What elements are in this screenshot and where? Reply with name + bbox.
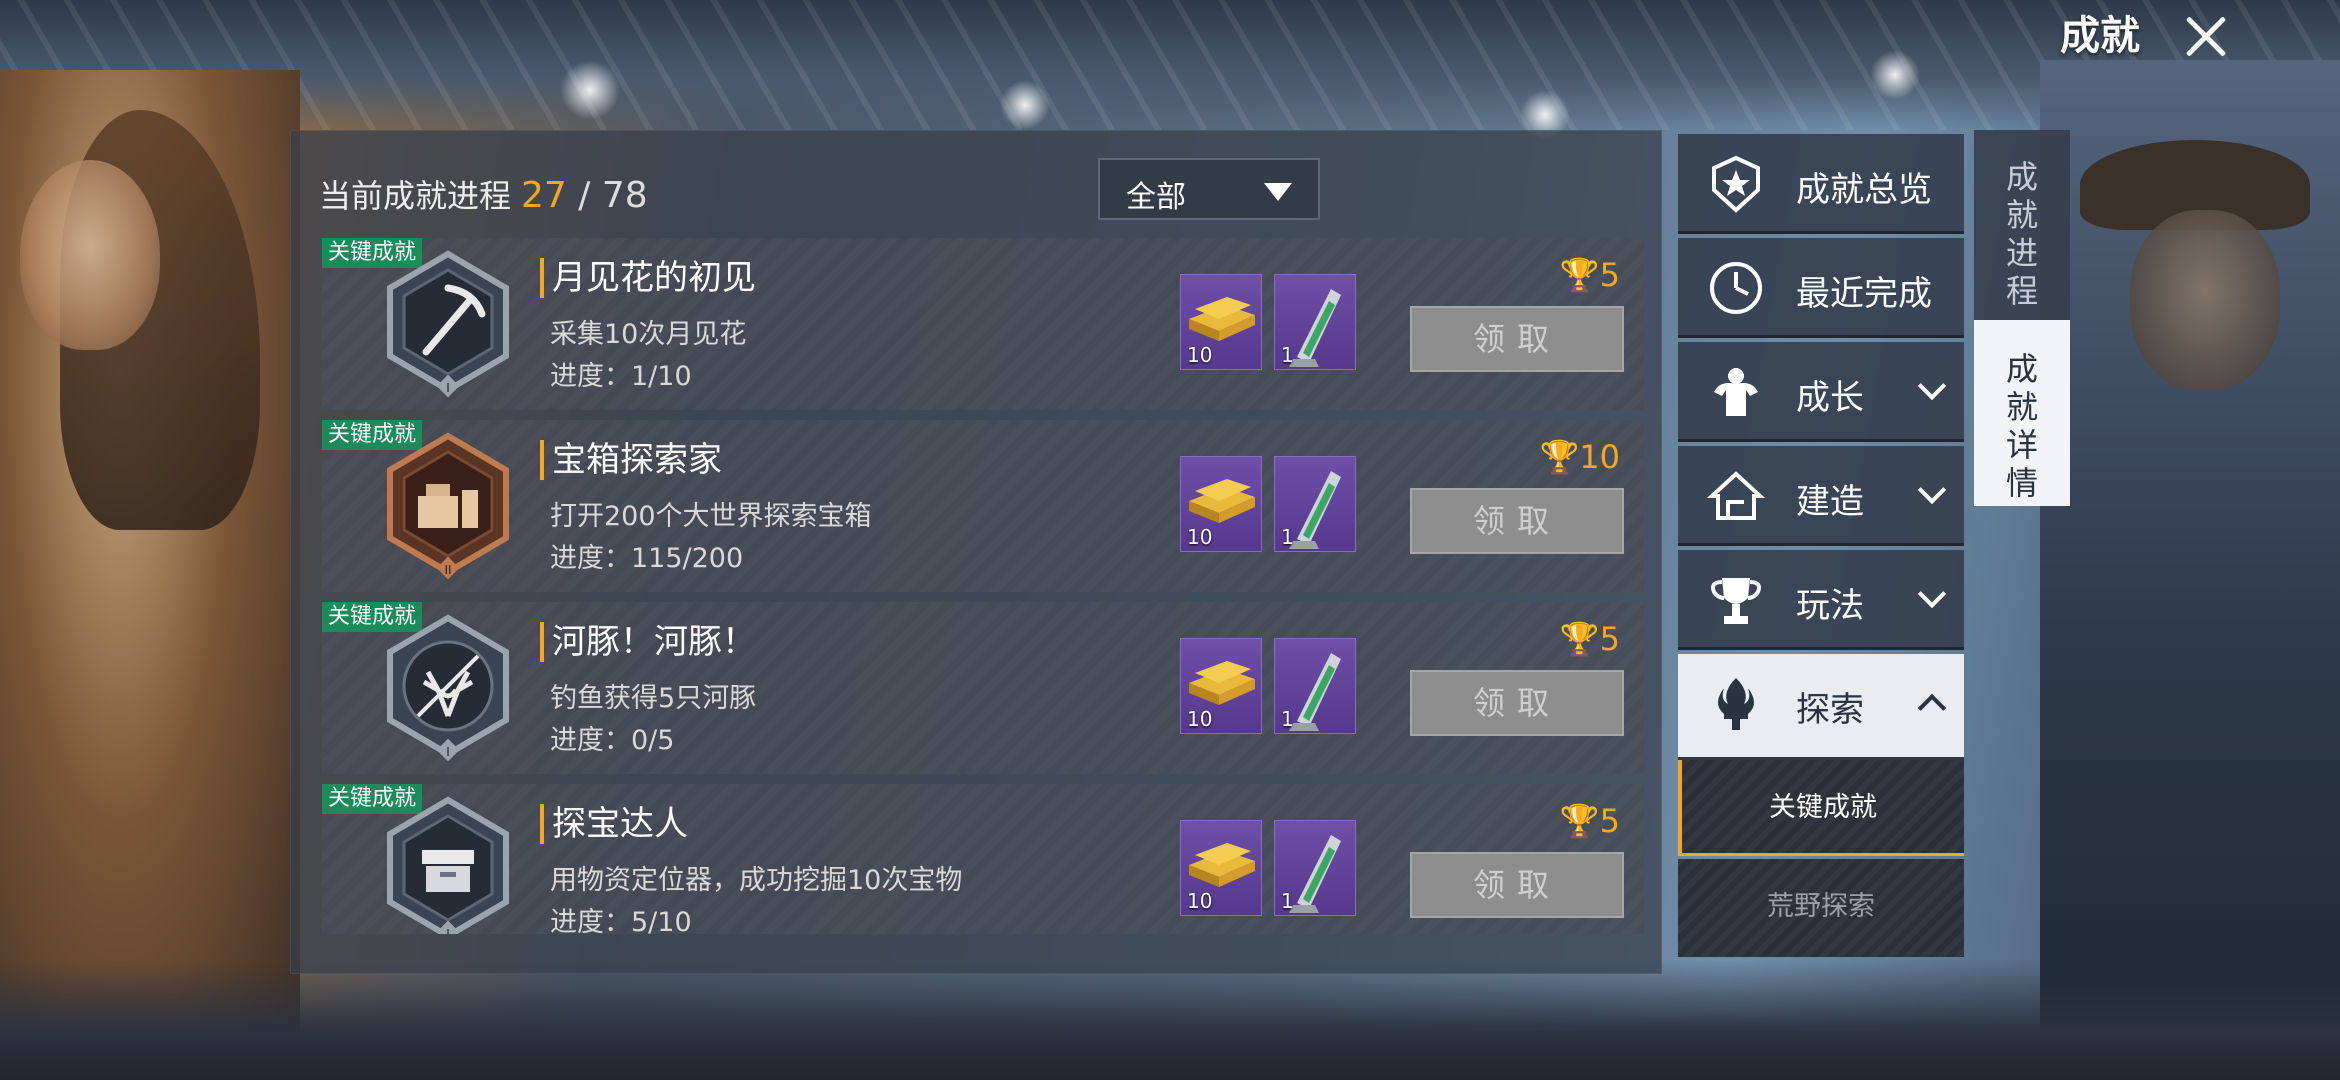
badge-tier: II: [444, 563, 451, 577]
reward-item-device[interactable]: 1: [1274, 820, 1356, 916]
reward-item-gold[interactable]: 10: [1180, 456, 1262, 552]
category-label: 成就总览: [1796, 170, 1932, 210]
tab-achievement-progress[interactable]: 成就进程: [1974, 130, 2070, 320]
achievement-title: 宝箱探索家: [540, 440, 722, 480]
reward-item-device[interactable]: 1: [1274, 456, 1356, 552]
badge-tier: I: [446, 927, 450, 934]
pickaxe-icon: I: [387, 250, 509, 398]
reward-count: 10: [1187, 707, 1213, 731]
background-character-right: [2040, 60, 2340, 1080]
clock-icon: [1710, 262, 1762, 314]
achievement-row: 关键成就 I 探宝达人 用物资定位器，成功挖掘10次宝物 进度：5/10 10 …: [322, 784, 1644, 934]
achievement-desc: 打开200个大世界探索宝箱: [550, 501, 872, 532]
tab-label: 成就详情: [2005, 350, 2038, 502]
chevron-down-icon: [1917, 371, 1947, 401]
achievement-title: 探宝达人: [540, 804, 688, 844]
category-build[interactable]: 建造: [1678, 446, 1964, 546]
subcategory-key-achievement[interactable]: 关键成就: [1678, 760, 1964, 856]
page-title: 成就: [2060, 13, 2140, 59]
trophy-icon: [1711, 578, 1761, 624]
claim-button[interactable]: 领取: [1410, 488, 1624, 554]
achievement-points: 🏆5: [1559, 620, 1620, 658]
achievement-progress: 进度：115/200: [550, 543, 744, 574]
reward-item-gold[interactable]: 10: [1180, 274, 1262, 370]
chevron-down-icon: [1917, 579, 1947, 609]
reward-item-gold[interactable]: 10: [1180, 820, 1262, 916]
tab-achievement-details[interactable]: 成就详情: [1974, 320, 2070, 506]
achievement-points: 🏆5: [1559, 256, 1620, 294]
achievement-points: 🏆10: [1539, 438, 1620, 476]
reward-count: 10: [1187, 889, 1213, 913]
reward-item-device[interactable]: 1: [1274, 638, 1356, 734]
achievement-row: 关键成就 I 月见花的初见 采集10次月见花 进度：1/10 10 1 🏆5 领…: [322, 238, 1644, 410]
progress-current: 27: [521, 175, 567, 216]
claim-button[interactable]: 领取: [1410, 306, 1624, 372]
filter-dropdown[interactable]: 全部: [1098, 158, 1320, 220]
progress-label: 当前成就进程: [319, 177, 512, 215]
trophy-icon: 🏆: [1559, 256, 1600, 294]
trophy-icon: 🏆: [1559, 620, 1600, 658]
chest-icon: II: [387, 432, 509, 580]
background-character-left: [0, 70, 300, 1080]
achievement-title: 河豚！河豚！: [540, 622, 756, 662]
box-icon: I: [387, 796, 509, 934]
trophy-icon: 🏆: [1559, 802, 1600, 840]
subcategory-wild-explore[interactable]: 荒野探索: [1678, 859, 1964, 957]
filter-selected: 全部: [1126, 180, 1186, 215]
reward-count: 10: [1187, 343, 1213, 367]
tab-label: 成就进程: [2005, 158, 2038, 310]
reward-item-device[interactable]: 1: [1274, 274, 1356, 370]
category-label: 最近完成: [1796, 274, 1932, 314]
background-light: [1000, 80, 1050, 130]
triangle-down-icon: [1264, 183, 1292, 201]
reward-count: 1: [1281, 525, 1294, 549]
house-icon: [1706, 471, 1766, 520]
badge-tier: I: [446, 745, 450, 759]
achievement-desc: 钓鱼获得5只河豚: [550, 683, 757, 714]
reward-item-gold[interactable]: 10: [1180, 638, 1262, 734]
progress-total: 78: [601, 175, 648, 216]
achievement-progress: 进度：0/5: [550, 725, 675, 756]
reward-count: 1: [1281, 707, 1294, 731]
category-label: 成长: [1796, 378, 1864, 418]
claim-button[interactable]: 领取: [1410, 852, 1624, 918]
achievement-row: 关键成就 II 宝箱探索家 打开200个大世界探索宝箱 进度：115/200 1…: [322, 420, 1644, 592]
trophy-icon: 🏆: [1539, 438, 1580, 476]
close-icon[interactable]: [2178, 6, 2234, 66]
reward-count: 1: [1281, 343, 1294, 367]
badge-tier: I: [446, 381, 450, 395]
category-overview[interactable]: 成就总览: [1678, 134, 1964, 234]
deer-icon: I: [387, 614, 509, 762]
achievement-progress: 进度：5/10: [550, 907, 692, 934]
progress-separator: /: [566, 175, 602, 216]
star-badge-icon: [1712, 155, 1760, 213]
torch-icon: [1718, 678, 1754, 730]
category-growth[interactable]: 成长: [1678, 342, 1964, 442]
chevron-down-icon: [1917, 475, 1947, 505]
background-light: [560, 60, 620, 120]
reward-count: 1: [1281, 889, 1294, 913]
category-explore[interactable]: 探索: [1678, 654, 1964, 760]
reward-count: 10: [1187, 525, 1213, 549]
achievement-title: 月见花的初见: [540, 258, 756, 298]
achievement-desc: 用物资定位器，成功挖掘10次宝物: [550, 865, 963, 896]
category-label: 玩法: [1796, 586, 1864, 626]
achievement-row: 关键成就 I 河豚！河豚！ 钓鱼获得5只河豚 进度：0/5 10 1 🏆5 领取: [322, 602, 1644, 774]
category-gameplay[interactable]: 玩法: [1678, 550, 1964, 650]
category-recent[interactable]: 最近完成: [1678, 238, 1964, 338]
achievement-points: 🏆5: [1559, 802, 1620, 840]
progress-summary: 当前成就进程 27 / 78: [319, 171, 648, 217]
background-ground: [0, 960, 2340, 1080]
achievement-desc: 采集10次月见花: [550, 319, 747, 350]
muscle-icon: [1714, 368, 1758, 416]
claim-button[interactable]: 领取: [1410, 670, 1624, 736]
background-truss: [0, 0, 2340, 130]
category-label: 探索: [1796, 690, 1864, 730]
chevron-up-icon: [1917, 693, 1947, 723]
category-label: 建造: [1796, 482, 1864, 522]
achievement-progress: 进度：1/10: [550, 361, 692, 392]
background-light: [1870, 50, 1920, 100]
